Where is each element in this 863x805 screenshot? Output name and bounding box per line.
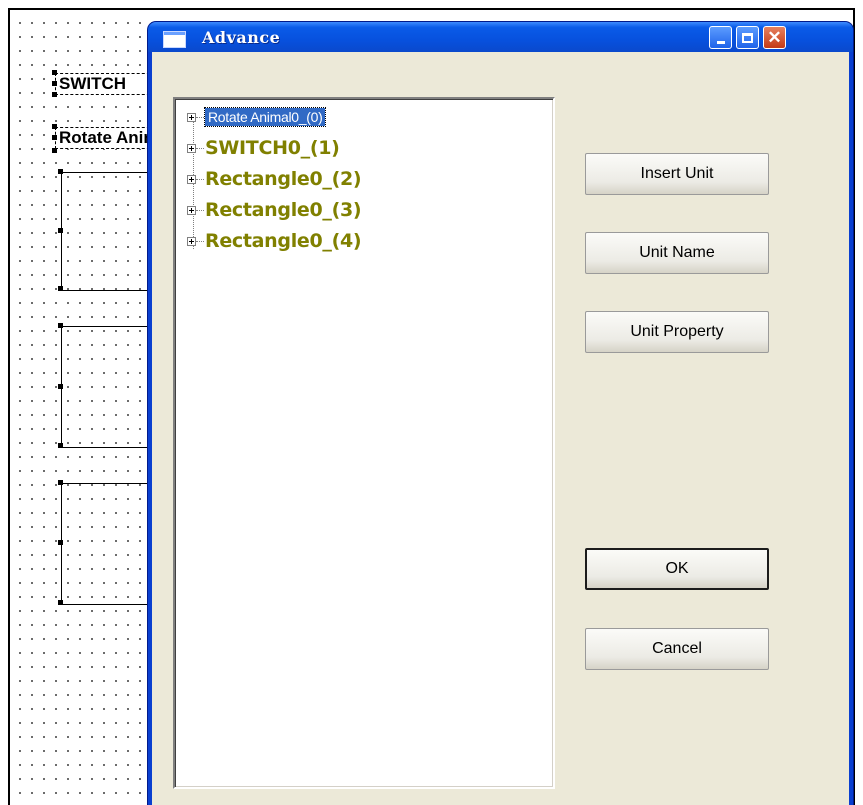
- resize-handle[interactable]: [52, 81, 57, 86]
- unit-tree-view[interactable]: Rotate Animal0_(0) SWITCH0_(1) Rectangle…: [173, 97, 555, 789]
- tree-item[interactable]: Rectangle0_(2): [187, 168, 362, 190]
- tree-item-label[interactable]: Rotate Animal0_(0): [203, 107, 327, 127]
- expand-plus-icon[interactable]: [187, 236, 196, 246]
- expand-plus-icon[interactable]: [187, 205, 196, 215]
- tree-item[interactable]: SWITCH0_(1): [187, 137, 340, 159]
- resize-handle[interactable]: [52, 70, 57, 75]
- tree-connector-line: [196, 178, 204, 180]
- close-icon: ✕: [767, 27, 782, 47]
- tree-connector-line: [196, 147, 204, 149]
- resize-handle[interactable]: [58, 169, 63, 174]
- window-icon: [163, 31, 186, 48]
- tree-item[interactable]: Rectangle0_(4): [187, 230, 362, 252]
- resize-handle[interactable]: [58, 443, 63, 448]
- tree-connector-line: [196, 240, 204, 242]
- close-button[interactable]: ✕: [763, 26, 786, 49]
- tree-item-label[interactable]: SWITCH0_(1): [205, 137, 340, 159]
- expand-plus-icon[interactable]: [187, 112, 196, 122]
- insert-unit-button[interactable]: Insert Unit: [585, 153, 769, 195]
- tree-item-label[interactable]: Rectangle0_(2): [205, 168, 362, 190]
- dialog-client-area: Rotate Animal0_(0) SWITCH0_(1) Rectangle…: [152, 52, 849, 805]
- minimize-icon: [716, 41, 725, 44]
- resize-handle[interactable]: [58, 384, 63, 389]
- resize-handle[interactable]: [52, 124, 57, 129]
- maximize-icon: [742, 32, 753, 43]
- unit-name-button[interactable]: Unit Name: [585, 232, 769, 274]
- expand-plus-icon[interactable]: [187, 143, 196, 153]
- minimize-button[interactable]: [709, 26, 732, 49]
- resize-handle[interactable]: [52, 135, 57, 140]
- resize-handle[interactable]: [58, 286, 63, 291]
- tree-item[interactable]: Rectangle0_(3): [187, 199, 362, 221]
- tree-item[interactable]: Rotate Animal0_(0): [187, 106, 327, 128]
- cancel-button[interactable]: Cancel: [585, 628, 769, 670]
- tree-item-label[interactable]: Rectangle0_(3): [205, 199, 362, 221]
- resize-handle[interactable]: [58, 323, 63, 328]
- maximize-button[interactable]: [736, 26, 759, 49]
- resize-handle[interactable]: [58, 540, 63, 545]
- unit-property-button[interactable]: Unit Property: [585, 311, 769, 353]
- resize-handle[interactable]: [58, 228, 63, 233]
- resize-handle[interactable]: [58, 480, 63, 485]
- ok-button[interactable]: OK: [585, 548, 769, 590]
- advance-dialog: Advance ✕ Rotate Animal0_(0) SWITCH0_(1): [148, 22, 853, 805]
- expand-plus-icon[interactable]: [187, 174, 196, 184]
- resize-handle[interactable]: [52, 148, 57, 153]
- switch-label-widget[interactable]: SWITCH: [55, 73, 155, 95]
- title-bar[interactable]: Advance ✕: [148, 22, 853, 52]
- dialog-title: Advance: [202, 28, 281, 47]
- tree-item-label[interactable]: Rectangle0_(4): [205, 230, 362, 252]
- tree-connector-line: [196, 116, 204, 118]
- resize-handle[interactable]: [52, 92, 57, 97]
- rotate-label-widget[interactable]: Rotate Animal: [55, 127, 155, 149]
- tree-connector-line: [196, 209, 204, 211]
- resize-handle[interactable]: [58, 600, 63, 605]
